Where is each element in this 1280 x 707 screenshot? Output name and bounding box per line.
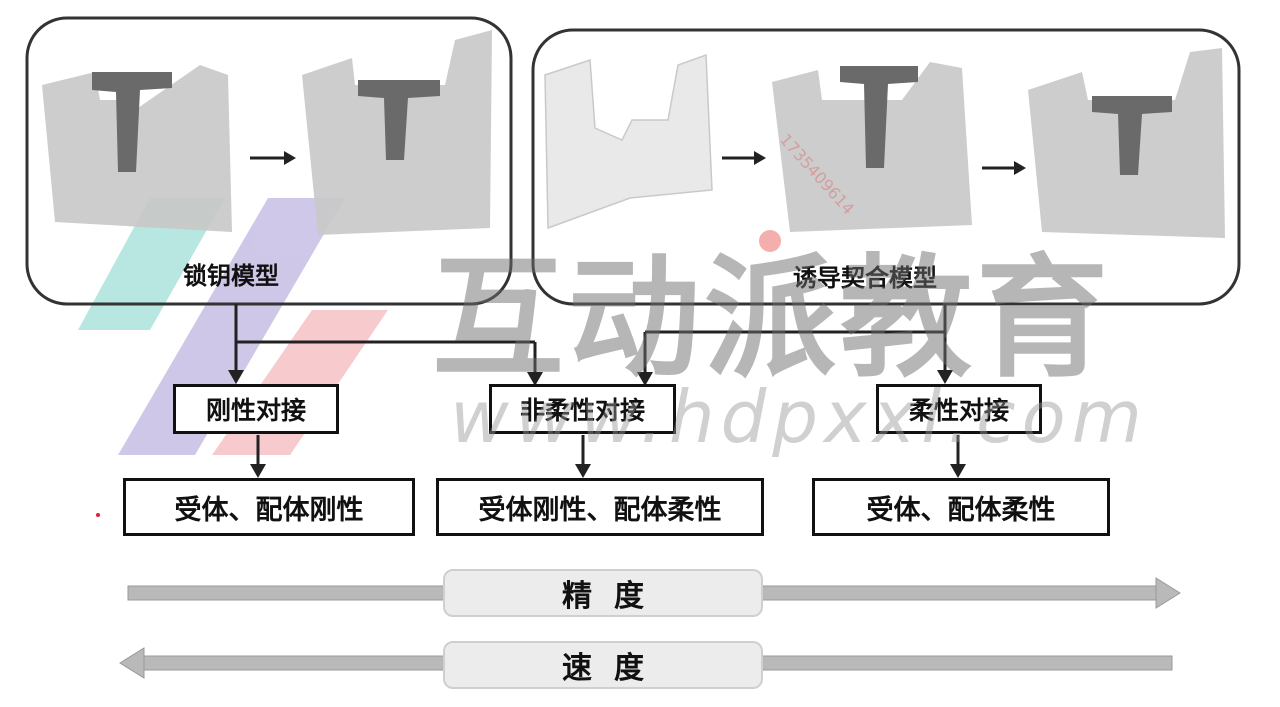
- lock-key-receptor-1: [42, 65, 232, 232]
- induced-fit-model-label: 诱导契合模型: [793, 264, 937, 292]
- induced-fit-receptor-binding: [772, 62, 972, 232]
- lock-key-receptor-2: [302, 30, 492, 235]
- watermark-dot: [759, 230, 781, 252]
- red-dot: [96, 513, 100, 517]
- semi-flexible-description-box: 受体刚性、配体柔性: [436, 478, 764, 536]
- flexible-description-box: 受体、配体柔性: [812, 478, 1110, 536]
- induced-fit-receptor-final: [1028, 48, 1225, 238]
- induced-fit-receptor-empty: [544, 53, 713, 230]
- precision-label: 精度: [443, 569, 763, 617]
- speed-label: 速度: [443, 641, 763, 689]
- rigid-description-box: 受体、配体刚性: [123, 478, 415, 536]
- flexible-docking-box: 柔性对接: [876, 384, 1042, 434]
- rigid-docking-box: 刚性对接: [173, 384, 339, 434]
- lock-key-model-label: 锁钥模型: [183, 262, 279, 290]
- semi-flexible-docking-box: 非柔性对接: [489, 384, 676, 434]
- diagram-stage: 锁钥模型 诱导契合模型 刚性对接 非柔性对接 柔性对接 受体、配体刚性 受体刚性…: [0, 0, 1280, 707]
